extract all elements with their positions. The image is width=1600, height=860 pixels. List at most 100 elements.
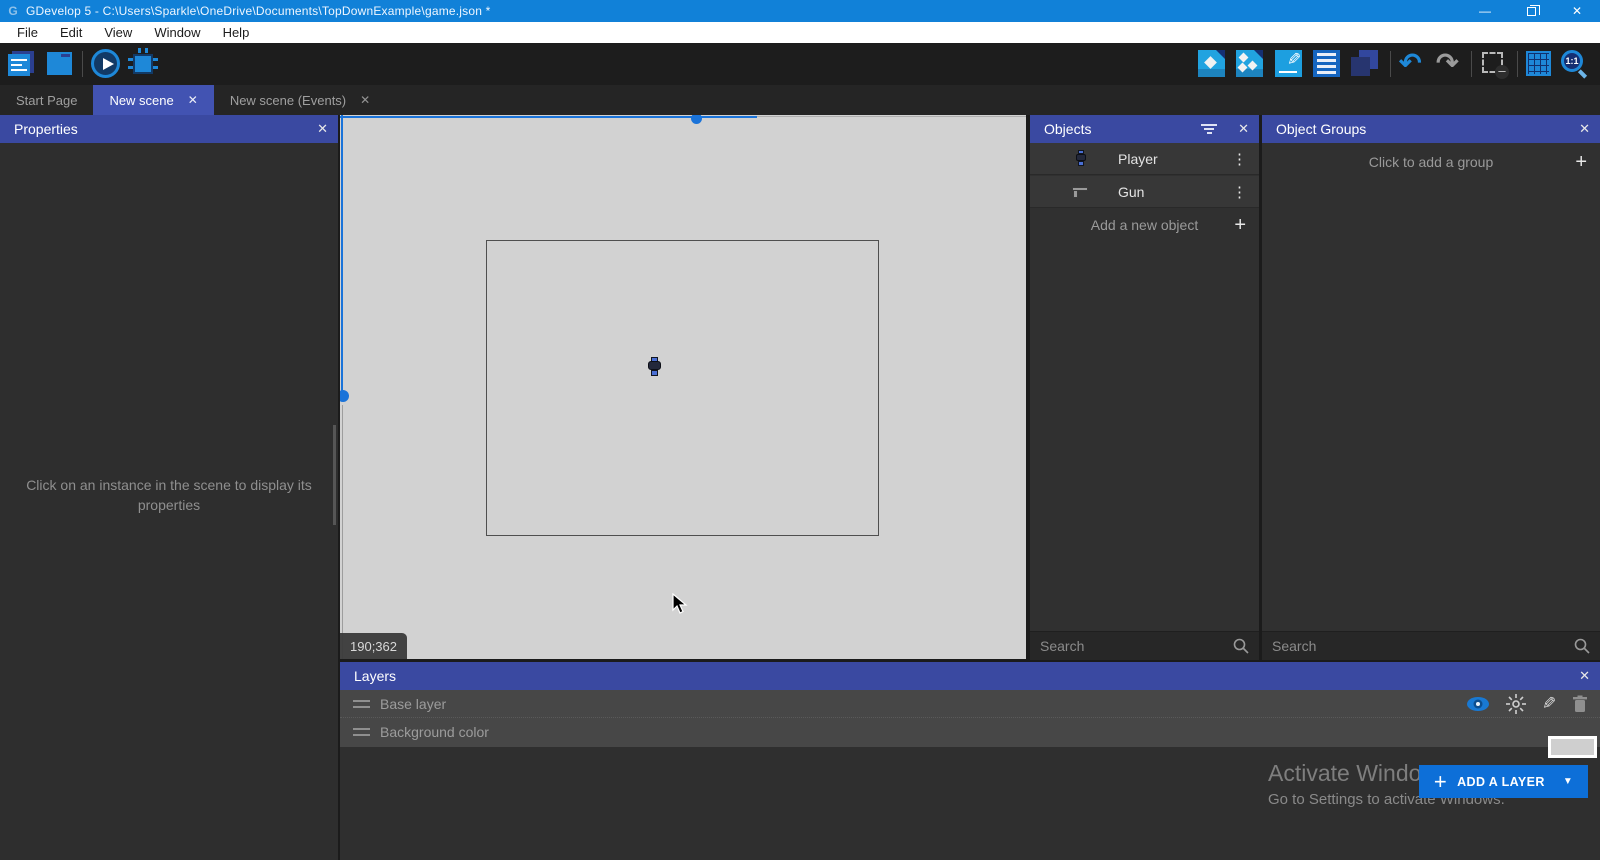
layer-delete-icon[interactable]	[1572, 695, 1588, 713]
layer-visibility-icon[interactable]	[1466, 696, 1490, 712]
add-layer-label: ADD A LAYER	[1457, 775, 1545, 789]
menu-bar: File Edit View Window Help	[0, 22, 1600, 43]
canvas-hscroll-handle[interactable]	[691, 115, 702, 124]
layer-row-background-color[interactable]: Background color	[340, 718, 1600, 746]
tab-new-scene-events[interactable]: New scene (Events) ✕	[214, 85, 386, 115]
window-title: GDevelop 5 - C:\Users\Sparkle\OneDrive\D…	[26, 4, 491, 18]
add-layer-button[interactable]: + ADD A LAYER ▼	[1419, 765, 1588, 798]
redo-icon[interactable]: ↷	[1436, 50, 1464, 78]
layers-panel: Layers ✕ Base layer	[340, 662, 1600, 860]
layers-list: Base layer	[340, 690, 1600, 747]
properties-scrollbar[interactable]	[333, 425, 336, 525]
layers-editor-icon[interactable]	[1351, 50, 1379, 78]
tab-start-page[interactable]: Start Page	[0, 85, 93, 115]
close-button[interactable]: ✕	[1554, 0, 1600, 22]
object-row-gun[interactable]: Gun ⋮	[1030, 176, 1259, 208]
add-group-label: Click to add a group	[1369, 154, 1494, 170]
groups-search-row	[1262, 631, 1600, 660]
toolbar: ✎ ↶ ↷ 1:1	[0, 43, 1600, 85]
search-icon	[1233, 638, 1249, 654]
drag-handle-icon[interactable]	[353, 700, 370, 708]
menu-help[interactable]: Help	[212, 22, 261, 43]
gdevelop-window: G GDevelop 5 - C:\Users\Sparkle\OneDrive…	[0, 0, 1600, 860]
close-icon[interactable]: ✕	[1579, 115, 1590, 143]
app-logo-icon: G	[6, 4, 20, 18]
drag-handle-icon[interactable]	[353, 728, 370, 736]
play-preview-icon[interactable]	[91, 50, 119, 78]
object-name: Gun	[1118, 184, 1144, 200]
layer-name: Base layer	[380, 696, 446, 712]
objects-editor-icon[interactable]	[1198, 50, 1226, 78]
add-new-object-button[interactable]: Add a new object +	[1030, 210, 1259, 240]
player-instance[interactable]	[648, 357, 661, 376]
object-menu-icon[interactable]: ⋮	[1232, 183, 1247, 201]
restore-button[interactable]	[1508, 0, 1554, 22]
properties-editor-icon[interactable]: ✎	[1275, 50, 1303, 78]
cursor-coordinates-badge: 190;362	[340, 633, 407, 659]
groups-search-input[interactable]	[1262, 638, 1574, 654]
export-window-icon[interactable]	[46, 50, 74, 78]
tab-close-icon[interactable]: ✕	[188, 93, 198, 107]
menu-edit[interactable]: Edit	[49, 22, 93, 43]
objects-search-input[interactable]	[1030, 638, 1233, 654]
objects-search-row	[1030, 631, 1259, 660]
scene-canvas[interactable]: 190;362	[340, 115, 1026, 659]
layers-panel-header: Layers ✕	[340, 662, 1600, 690]
object-groups-editor-icon[interactable]	[1236, 50, 1264, 78]
background-color-swatch[interactable]	[1548, 736, 1597, 758]
project-manager-icon[interactable]	[8, 50, 36, 78]
add-new-object-label: Add a new object	[1091, 217, 1198, 233]
scene-window-bounds	[486, 240, 879, 536]
deselect-all-icon[interactable]	[1480, 50, 1508, 78]
layer-edit-icon[interactable]: ✎	[1542, 694, 1556, 714]
plus-icon: +	[1434, 769, 1447, 795]
layer-row-base[interactable]: Base layer	[340, 690, 1600, 718]
add-group-button[interactable]: Click to add a group +	[1262, 147, 1600, 177]
properties-panel-title: Properties	[14, 121, 78, 137]
properties-panel: Properties ✕ Click on an instance in the…	[0, 115, 338, 860]
canvas-vscroll-line-rest	[342, 405, 343, 659]
objects-panel-title: Objects	[1044, 121, 1091, 137]
properties-panel-header: Properties ✕	[0, 115, 338, 143]
menu-file[interactable]: File	[6, 22, 49, 43]
tab-bar: Start Page New scene ✕ New scene (Events…	[0, 85, 1600, 115]
chevron-down-icon[interactable]: ▼	[1563, 776, 1573, 787]
layers-panel-title: Layers	[354, 668, 396, 684]
tab-new-scene[interactable]: New scene ✕	[93, 85, 213, 115]
close-icon[interactable]: ✕	[1579, 662, 1590, 690]
menu-view[interactable]: View	[93, 22, 143, 43]
layer-name: Background color	[380, 724, 489, 740]
object-groups-panel-header: Object Groups ✕	[1262, 115, 1600, 143]
object-menu-icon[interactable]: ⋮	[1232, 150, 1247, 168]
close-icon[interactable]: ✕	[1238, 115, 1249, 143]
objects-panel: Objects ✕ Player ⋮ Gun ⋮ Add a new objec…	[1030, 115, 1259, 660]
canvas-hscroll-line-rest	[757, 116, 1026, 117]
tab-label: New scene	[109, 93, 173, 108]
properties-empty-message: Click on an instance in the scene to dis…	[20, 475, 318, 515]
debug-icon[interactable]	[129, 50, 157, 78]
plus-icon: +	[1234, 214, 1246, 237]
objects-panel-header: Objects ✕	[1030, 115, 1259, 143]
restore-icon	[1527, 7, 1536, 16]
close-icon[interactable]: ✕	[317, 115, 328, 143]
tab-close-icon[interactable]: ✕	[360, 93, 370, 107]
object-groups-panel: Object Groups ✕ Click to add a group +	[1262, 115, 1600, 660]
layer-effects-icon[interactable]	[1506, 694, 1526, 714]
canvas-vscroll-line	[341, 115, 343, 393]
events-sheet-icon[interactable]	[1313, 50, 1341, 78]
object-row-player[interactable]: Player ⋮	[1030, 143, 1259, 175]
filter-icon[interactable]	[1201, 124, 1217, 135]
object-name: Player	[1118, 151, 1158, 167]
title-bar: G GDevelop 5 - C:\Users\Sparkle\OneDrive…	[0, 0, 1600, 22]
search-icon	[1574, 638, 1590, 654]
object-groups-panel-title: Object Groups	[1276, 121, 1366, 137]
player-thumbnail-icon	[1072, 150, 1090, 168]
undo-icon[interactable]: ↶	[1399, 50, 1427, 78]
tab-label: Start Page	[16, 93, 77, 108]
zoom-one-to-one-icon[interactable]: 1:1	[1561, 50, 1589, 78]
minimize-button[interactable]: —	[1462, 0, 1508, 22]
menu-window[interactable]: Window	[143, 22, 211, 43]
grid-icon[interactable]	[1525, 50, 1553, 78]
canvas-vscroll-handle[interactable]	[340, 390, 349, 402]
plus-icon: +	[1575, 151, 1587, 174]
